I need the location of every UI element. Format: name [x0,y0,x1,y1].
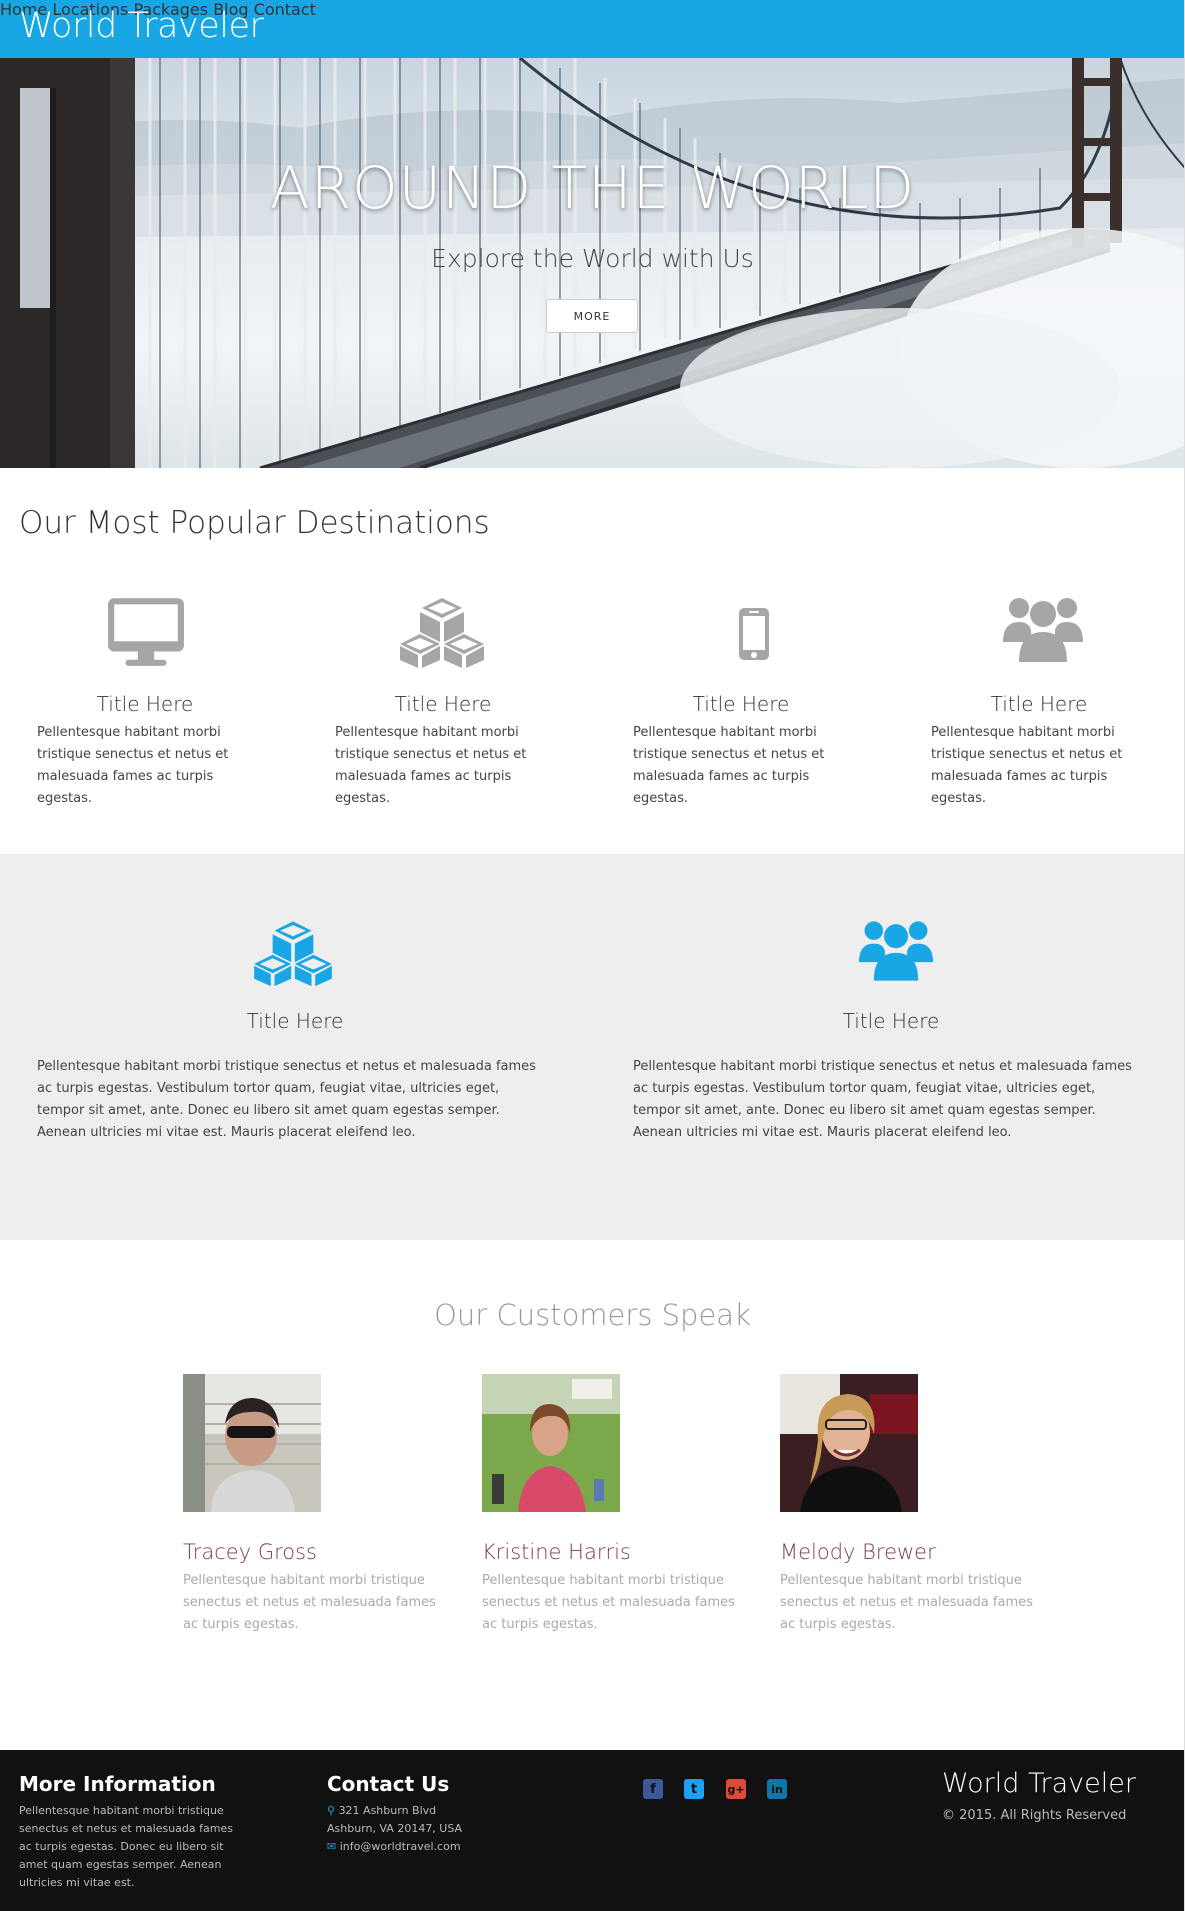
envelope-icon: ✉ [327,1840,337,1853]
customer-photo [482,1374,620,1512]
map-marker-icon: ⚲ [327,1804,336,1817]
customer-quote: Pellentesque habitant morbi tristique se… [482,1573,735,1632]
hero-subtitle: Explore the World with Us [431,244,754,273]
linkedin-icon[interactable]: in [767,1779,787,1799]
twitter-icon[interactable]: t [684,1779,704,1799]
facebook-icon[interactable]: f [643,1779,663,1799]
page: World Traveler Home Locations Packages B… [0,0,1185,1911]
footer-email-link[interactable]: info@worldtravel.com [340,1840,461,1853]
mobile-icon [739,608,769,660]
highlight-text: Pellentesque habitant morbi tristique se… [37,1059,536,1140]
address-line-1: 321 Ashburn Blvd [338,1804,437,1817]
feature-text: Pellentesque habitant morbi tristique se… [37,725,229,806]
feature-text: Pellentesque habitant morbi tristique se… [931,725,1123,806]
feature-title: Title Here [96,692,194,716]
hero-banner: AROUND THE WORLD Explore the World with … [0,58,1184,468]
customers-heading: Our Customers Speak [434,1298,751,1332]
site-footer: More Information Pellentesque habitant m… [0,1750,1184,1911]
hero-more-button[interactable]: MORE [546,299,638,333]
desktop-icon [108,598,184,666]
customer-name: Tracey Gross [183,1540,317,1564]
feature-title: Title Here [692,692,790,716]
footer-copyright: © 2015. All Rights Reserved [942,1808,1127,1823]
customer-photo [780,1374,918,1512]
customer-name: Melody Brewer [780,1540,936,1564]
site-brand[interactable]: World Traveler [19,6,264,46]
popular-destinations-heading: Our Most Popular Destinations [19,505,490,541]
footer-brand: World Traveler [942,1768,1136,1799]
highlight-text: Pellentesque habitant morbi tristique se… [633,1059,1132,1140]
customer-name: Kristine Harris [482,1540,631,1564]
highlight-title: Title Here [246,1009,344,1033]
highlight-title: Title Here [842,1009,940,1033]
cubes-icon [400,598,484,668]
users-icon [1003,598,1083,662]
footer-more-info-text: Pellentesque habitant morbi tristique se… [19,1804,233,1889]
feature-text: Pellentesque habitant morbi tristique se… [335,725,527,806]
feature-text: Pellentesque habitant morbi tristique se… [633,725,825,806]
highlights-section: Title Here Pellentesque habitant morbi t… [0,854,1184,1240]
users-icon [859,921,933,981]
address-line-2: Ashburn, VA 20147, USA [327,1822,463,1835]
hero-title: AROUND THE WORLD [270,154,915,222]
customer-quote: Pellentesque habitant morbi tristique se… [780,1573,1033,1632]
cubes-icon [254,921,332,987]
highlight-card: Title Here Pellentesque habitant morbi t… [0,854,536,1240]
top-navbar: World Traveler Home Locations Packages B… [0,0,1184,58]
google-plus-icon[interactable]: g+ [726,1779,746,1799]
footer-more-info-heading: More Information [19,1772,216,1796]
footer-address: ⚲ 321 Ashburn Blvd Ashburn, VA 20147, US… [327,1802,547,1856]
customer-quote: Pellentesque habitant morbi tristique se… [183,1573,436,1632]
feature-title: Title Here [394,692,492,716]
footer-contact-heading: Contact Us [327,1772,450,1796]
highlight-card: Title Here Pellentesque habitant morbi t… [596,854,1132,1240]
customer-photo [183,1374,321,1512]
feature-title: Title Here [990,692,1088,716]
